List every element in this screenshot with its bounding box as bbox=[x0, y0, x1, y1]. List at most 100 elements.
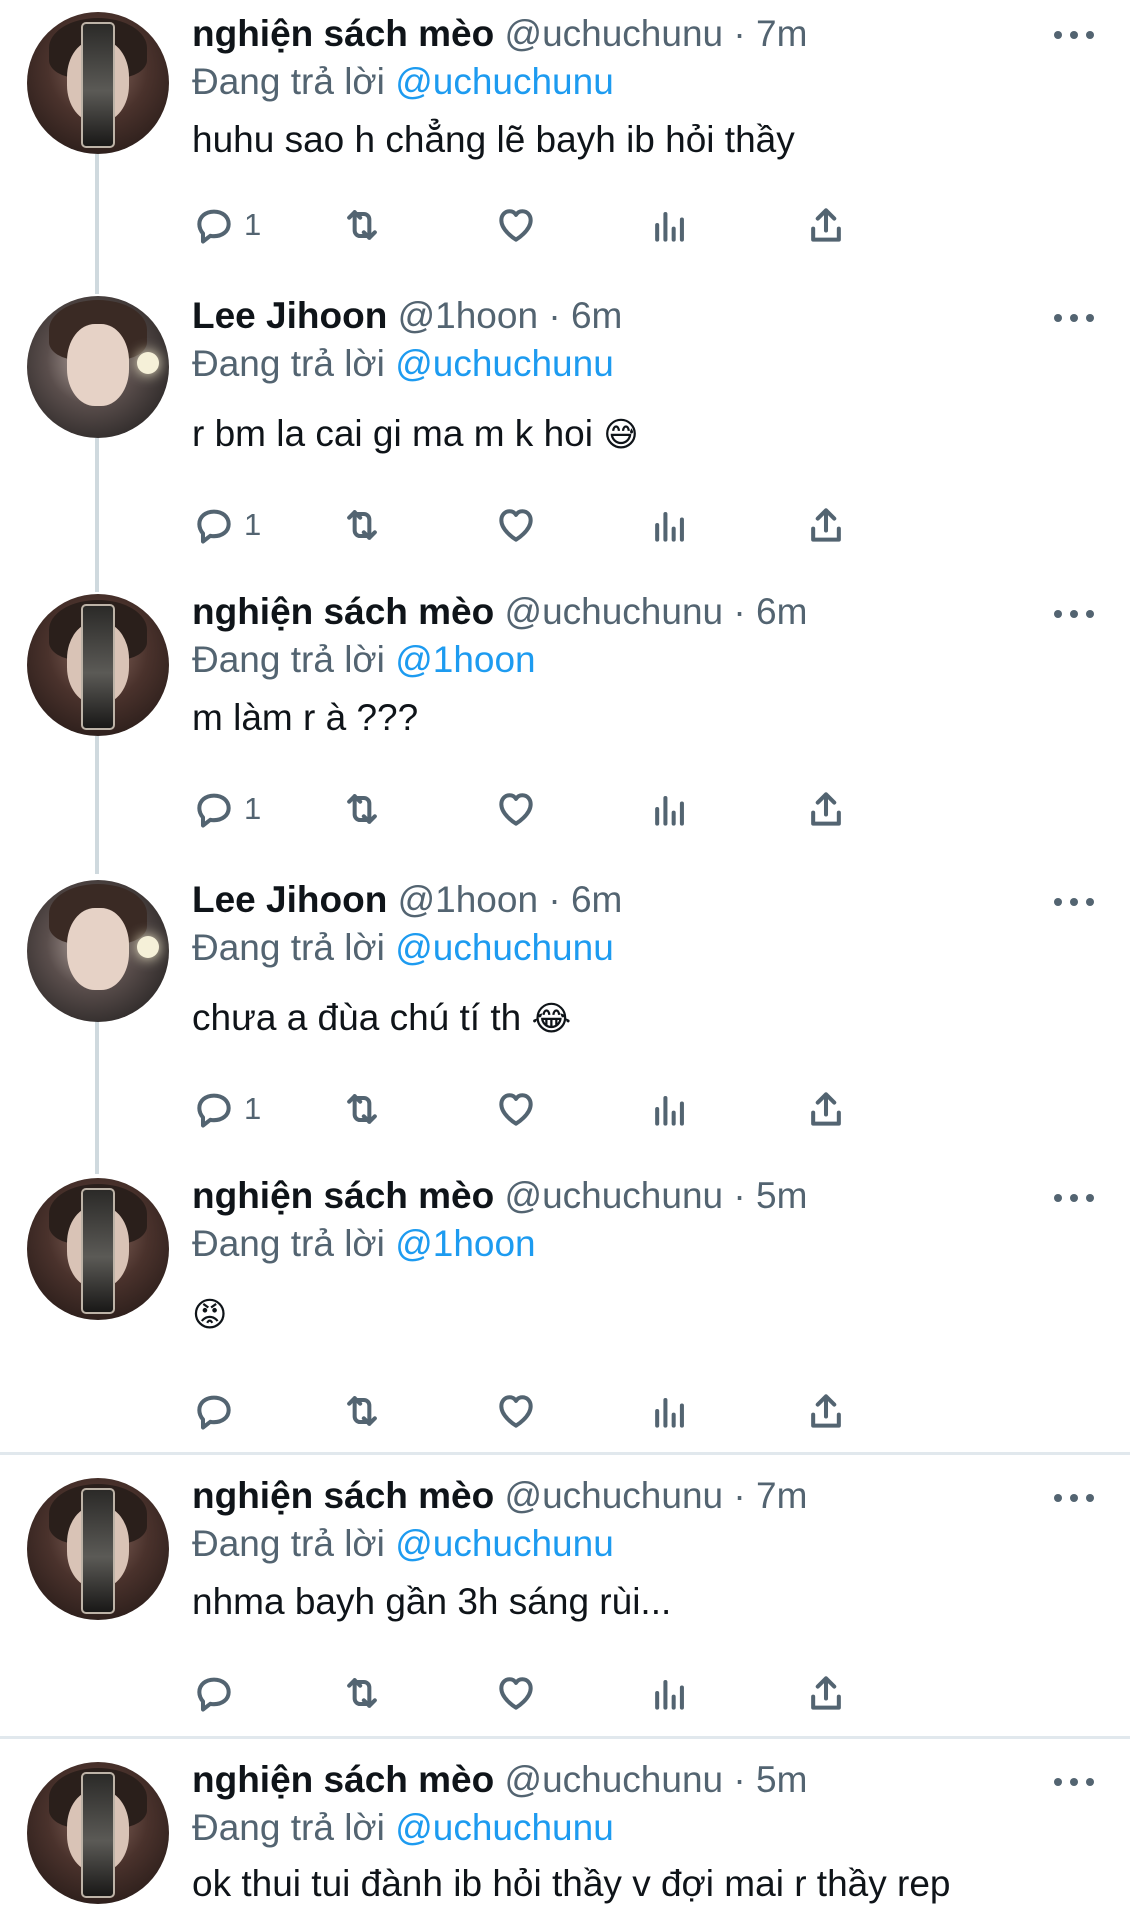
user-handle[interactable]: @uchuchunu bbox=[505, 1759, 724, 1800]
timestamp[interactable]: 6m bbox=[571, 879, 622, 920]
analytics-icon bbox=[655, 211, 684, 242]
like-button[interactable] bbox=[494, 500, 538, 550]
reply-button[interactable]: 1 bbox=[192, 784, 261, 834]
share-button[interactable] bbox=[804, 500, 848, 550]
display-name[interactable]: nghiện sách mèo bbox=[192, 591, 494, 632]
display-name[interactable]: nghiện sách mèo bbox=[192, 13, 494, 54]
analytics-button[interactable] bbox=[648, 784, 692, 834]
tweet-text-content: r bm la cai gi ma m k hoi bbox=[192, 413, 593, 454]
tweet-text: r bm la cai gi ma m k hoi 😅 bbox=[192, 412, 1090, 457]
mention-link[interactable]: @uchuchunu bbox=[395, 61, 614, 102]
avatar[interactable] bbox=[27, 1478, 169, 1620]
analytics-button[interactable] bbox=[648, 1668, 692, 1718]
like-button[interactable] bbox=[494, 784, 538, 834]
avatar[interactable] bbox=[27, 594, 169, 736]
retweet-button[interactable] bbox=[340, 1386, 384, 1436]
user-handle[interactable]: @uchuchunu bbox=[505, 13, 724, 54]
tweet[interactable]: nghiện sách mèo @uchuchunu · 7m Đang trả… bbox=[0, 0, 1130, 294]
replying-to: Đang trả lời @uchuchunu bbox=[192, 1806, 1090, 1850]
timestamp[interactable]: 5m bbox=[756, 1175, 807, 1216]
user-handle[interactable]: @uchuchunu bbox=[505, 1175, 724, 1216]
mention-link[interactable]: @uchuchunu bbox=[395, 927, 614, 968]
reply-icon bbox=[197, 1677, 231, 1712]
analytics-button[interactable] bbox=[648, 1386, 692, 1436]
avatar[interactable] bbox=[27, 1178, 169, 1320]
analytics-button[interactable] bbox=[648, 1084, 692, 1134]
reply-button[interactable]: 1 bbox=[192, 500, 261, 550]
analytics-icon bbox=[655, 511, 684, 542]
mention-link[interactable]: @uchuchunu bbox=[395, 343, 614, 384]
display-name[interactable]: Lee Jihoon bbox=[192, 879, 387, 920]
retweet-button[interactable] bbox=[340, 200, 384, 250]
display-name[interactable]: Lee Jihoon bbox=[192, 295, 387, 336]
reply-icon bbox=[197, 793, 231, 828]
retweet-button[interactable] bbox=[340, 500, 384, 550]
share-button[interactable] bbox=[804, 784, 848, 834]
tweet[interactable]: Lee Jihoon @1hoon · 6m Đang trả lời @uch… bbox=[0, 294, 1130, 590]
retweet-icon bbox=[347, 510, 377, 540]
reply-button[interactable] bbox=[192, 1386, 236, 1436]
tweet[interactable]: nghiện sách mèo @uchuchunu · 5m Đang trả… bbox=[0, 1174, 1130, 1452]
display-name[interactable]: nghiện sách mèo bbox=[192, 1475, 494, 1516]
replying-to-label: Đang trả lời bbox=[192, 1807, 385, 1848]
tweet-text-content: huhu sao h chẳng lẽ bayh ib hỏi thầy bbox=[192, 119, 795, 160]
tweet[interactable]: nghiện sách mèo @uchuchunu · 5m Đang trả… bbox=[0, 1740, 1130, 1920]
avatar[interactable] bbox=[27, 12, 169, 154]
timestamp[interactable]: 6m bbox=[571, 295, 622, 336]
avatar[interactable] bbox=[27, 1762, 169, 1904]
retweet-button[interactable] bbox=[340, 1668, 384, 1718]
share-button[interactable] bbox=[804, 1084, 848, 1134]
angry-face-emoji: 😡 bbox=[192, 1295, 228, 1335]
more-icon[interactable] bbox=[1054, 604, 1094, 624]
timestamp[interactable]: 7m bbox=[756, 1475, 807, 1516]
more-icon[interactable] bbox=[1054, 1488, 1094, 1508]
more-icon[interactable] bbox=[1054, 308, 1094, 328]
analytics-button[interactable] bbox=[648, 500, 692, 550]
more-icon[interactable] bbox=[1054, 1188, 1094, 1208]
more-icon[interactable] bbox=[1054, 25, 1094, 45]
mention-link[interactable]: @uchuchunu bbox=[395, 1807, 614, 1848]
tweet[interactable]: Lee Jihoon @1hoon · 6m Đang trả lời @uch… bbox=[0, 878, 1130, 1174]
avatar[interactable] bbox=[27, 296, 169, 438]
share-button[interactable] bbox=[804, 1668, 848, 1718]
retweet-button[interactable] bbox=[340, 784, 384, 834]
avatar[interactable] bbox=[27, 880, 169, 1022]
retweet-button[interactable] bbox=[340, 1084, 384, 1134]
reply-button[interactable]: 1 bbox=[192, 1084, 261, 1134]
tweet-text-content: nhma bayh gần 3h sáng rùi... bbox=[192, 1581, 672, 1622]
reply-button[interactable] bbox=[192, 1668, 236, 1718]
reply-count: 1 bbox=[244, 1091, 262, 1126]
display-name[interactable]: nghiện sách mèo bbox=[192, 1175, 494, 1216]
display-name[interactable]: nghiện sách mèo bbox=[192, 1759, 494, 1800]
like-button[interactable] bbox=[494, 1668, 538, 1718]
analytics-icon bbox=[655, 1095, 684, 1126]
user-handle[interactable]: @1hoon bbox=[398, 879, 538, 920]
more-icon[interactable] bbox=[1054, 1772, 1094, 1792]
tweet-text: huhu sao h chẳng lẽ bayh ib hỏi thầy bbox=[192, 118, 1090, 162]
analytics-button[interactable] bbox=[648, 200, 692, 250]
retweet-icon bbox=[347, 1094, 377, 1124]
tweet-header: nghiện sách mèo @uchuchunu · 7m bbox=[192, 12, 1090, 56]
timestamp[interactable]: 6m bbox=[756, 591, 807, 632]
user-handle[interactable]: @uchuchunu bbox=[505, 1475, 724, 1516]
like-button[interactable] bbox=[494, 1386, 538, 1436]
share-button[interactable] bbox=[804, 1386, 848, 1436]
reply-button[interactable]: 1 bbox=[192, 200, 261, 250]
user-handle[interactable]: @uchuchunu bbox=[505, 591, 724, 632]
timestamp[interactable]: 5m bbox=[756, 1759, 807, 1800]
mention-link[interactable]: @1hoon bbox=[395, 639, 535, 680]
share-button[interactable] bbox=[804, 200, 848, 250]
like-button[interactable] bbox=[494, 1084, 538, 1134]
user-handle[interactable]: @1hoon bbox=[398, 295, 538, 336]
tweet[interactable]: nghiện sách mèo @uchuchunu · 6m Đang trả… bbox=[0, 590, 1130, 878]
replying-to: Đang trả lời @uchuchunu bbox=[192, 1522, 1090, 1566]
more-icon[interactable] bbox=[1054, 892, 1094, 912]
tweet[interactable]: nghiện sách mèo @uchuchunu · 7m Đang trả… bbox=[0, 1456, 1130, 1736]
share-icon bbox=[811, 1676, 841, 1710]
mention-link[interactable]: @1hoon bbox=[395, 1223, 535, 1264]
like-button[interactable] bbox=[494, 200, 538, 250]
timestamp[interactable]: 7m bbox=[756, 13, 807, 54]
tweet-text: chưa a đùa chú tí th 😂 bbox=[192, 996, 1090, 1041]
retweet-icon bbox=[347, 1396, 377, 1426]
mention-link[interactable]: @uchuchunu bbox=[395, 1523, 614, 1564]
